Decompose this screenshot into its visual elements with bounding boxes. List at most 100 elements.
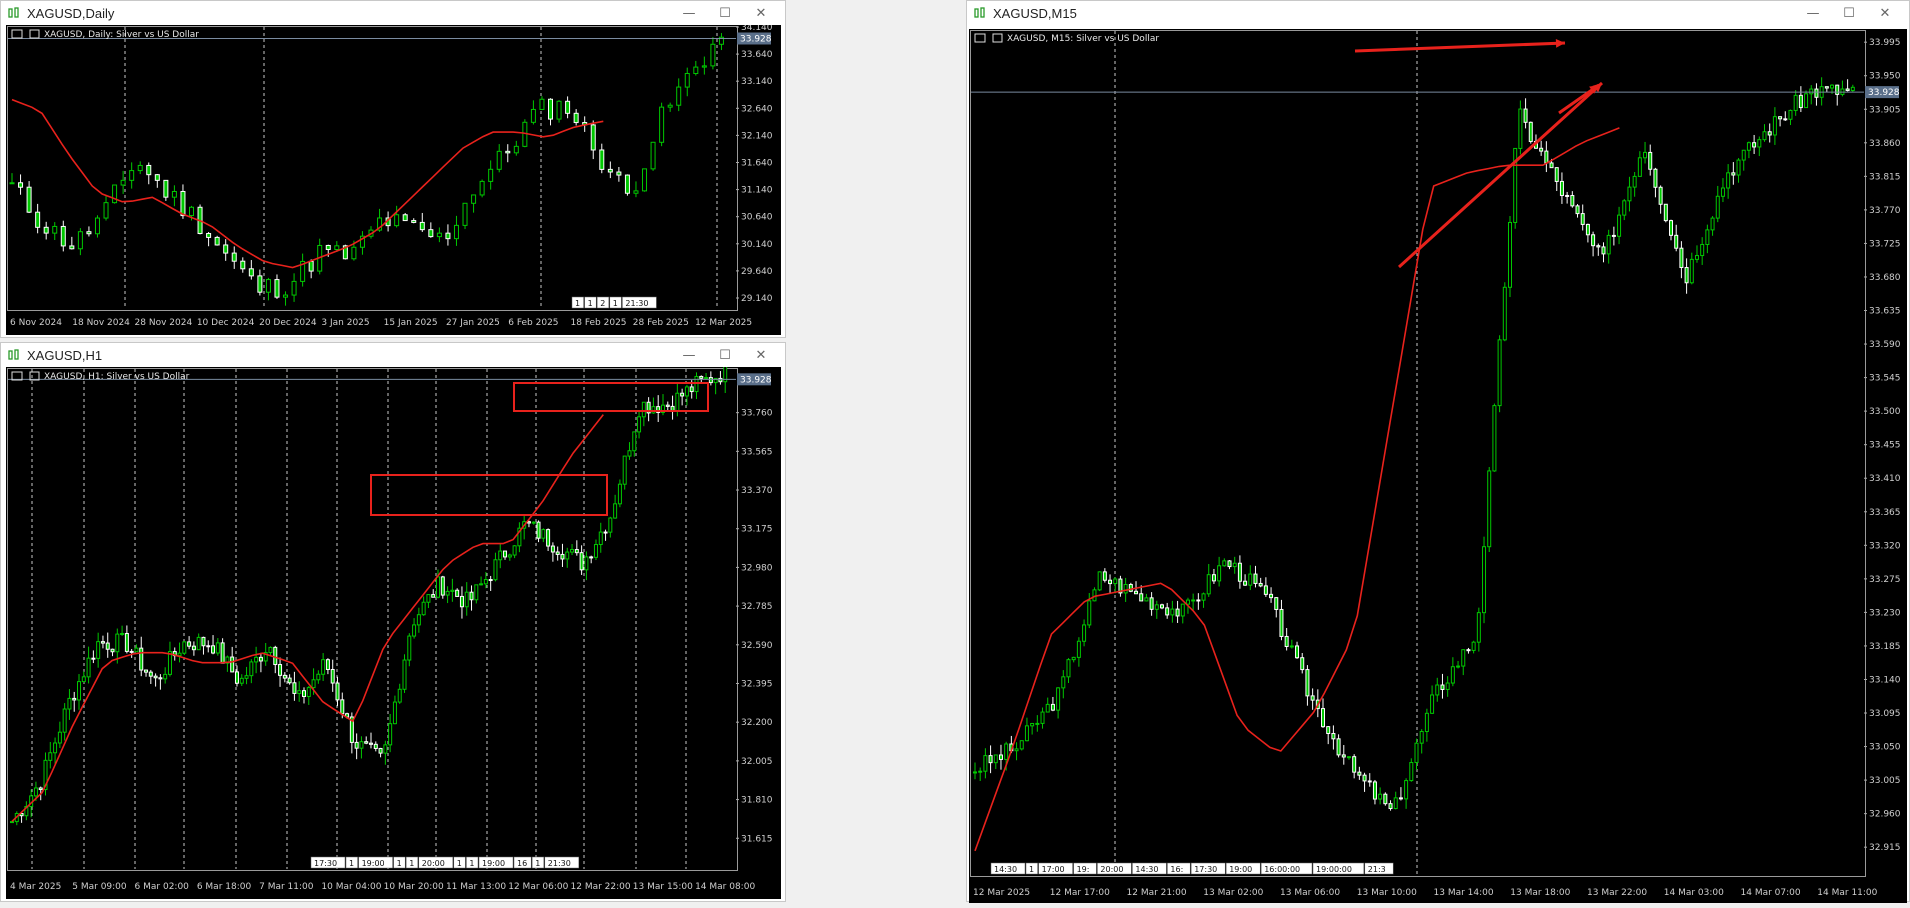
titlebar-h1[interactable]: XAGUSD,H1 — ☐ ✕ — [1, 343, 785, 367]
candle-body — [1632, 175, 1637, 188]
x-tick-label: 3 Jan 2025 — [321, 318, 369, 328]
candle-body — [1544, 150, 1549, 164]
candle-body — [428, 229, 434, 238]
x-tick-label: 13 Mar 15:00 — [633, 882, 693, 892]
x-tick-label: 12 Mar 2025 — [973, 888, 1030, 898]
maximize-button[interactable]: ☐ — [707, 345, 743, 365]
chart-area[interactable]: 33.760 33.565 33.370 33.175 32.980 32.785 32.5… — [6, 360, 781, 899]
candle-body — [496, 150, 502, 170]
candle-body — [1175, 608, 1180, 617]
y-tick-label: 33.320 — [1869, 541, 1901, 551]
candle-body — [146, 164, 152, 176]
candle-body — [436, 232, 442, 238]
session-marker-label: 1 — [588, 299, 593, 308]
candle-body — [171, 190, 177, 198]
x-tick-label: 15 Jan 2025 — [384, 318, 438, 328]
titlebar-m15[interactable]: XAGUSD,M15 — ☐ ✕ — [967, 1, 1909, 25]
candle-body — [599, 149, 605, 170]
y-tick-label: 32.960 — [1869, 810, 1901, 820]
candle-body — [120, 179, 126, 186]
candle-body — [230, 656, 235, 673]
candle-body — [1596, 245, 1601, 248]
candle-body — [459, 595, 464, 608]
candle-body — [1549, 162, 1554, 169]
window-h1[interactable]: XAGUSD,H1 — ☐ ✕ 33.760 33.565 33.370 33.175… — [0, 342, 786, 902]
candle-body — [411, 220, 417, 223]
candle-body — [1352, 756, 1357, 773]
candle-body — [565, 551, 570, 560]
titlebar-daily[interactable]: XAGUSD,Daily — ☐ ✕ — [1, 1, 785, 25]
close-button[interactable]: ✕ — [743, 345, 779, 365]
x-tick-label: 13 Mar 02:00 — [1203, 888, 1263, 898]
candle-body — [334, 245, 340, 250]
close-button[interactable]: ✕ — [743, 3, 779, 23]
candle-body — [1357, 771, 1362, 776]
maximize-button[interactable]: ☐ — [1831, 3, 1867, 23]
candle-body — [479, 180, 485, 196]
candle-body — [378, 747, 383, 754]
candle-body — [450, 589, 455, 592]
chart-area[interactable]: 34.140 33.640 33.140 32.640 32.140 31.640 31.1… — [6, 23, 781, 335]
maximize-button[interactable]: ☐ — [707, 3, 743, 23]
window-m15[interactable]: XAGUSD,M15 — ☐ ✕ 33.995 33.950 33.905 33.86… — [966, 0, 1910, 903]
minimize-button[interactable]: — — [1795, 3, 1831, 23]
candle-body — [675, 392, 680, 412]
x-tick-label: 11 Mar 13:00 — [446, 882, 506, 892]
y-tick-label: 34.140 — [741, 25, 773, 33]
y-tick-label: 33.175 — [741, 525, 773, 535]
candle-body — [1045, 703, 1050, 713]
candle-body — [1144, 597, 1149, 602]
candle-body — [998, 754, 1003, 760]
candle-body — [1523, 108, 1528, 123]
window-daily[interactable]: XAGUSD,Daily — ☐ ✕ 34.140 33.640 33.140 32.… — [0, 0, 786, 338]
candle-body — [1809, 88, 1814, 95]
session-marker-label: 19:00 — [482, 859, 505, 868]
minimize-button[interactable]: — — [671, 3, 707, 23]
minimize-button[interactable]: — — [671, 345, 707, 365]
x-tick-label: 10 Dec 2024 — [197, 318, 255, 328]
candle-body — [1783, 118, 1788, 121]
candle-body — [1492, 405, 1497, 472]
candle-body — [607, 168, 613, 173]
y-tick-label: 33.545 — [1869, 374, 1901, 384]
candle-body — [1108, 579, 1113, 585]
candle-body — [589, 556, 594, 559]
candle-body — [710, 43, 716, 67]
candle-body — [62, 708, 67, 733]
candle-body — [1326, 726, 1331, 735]
candle-body — [1409, 762, 1414, 782]
close-button[interactable]: ✕ — [1867, 3, 1903, 23]
candle-body — [440, 576, 445, 596]
candle-body — [26, 186, 32, 213]
candle-body — [1554, 167, 1559, 182]
candle-body — [1487, 470, 1492, 548]
candle-body — [1362, 774, 1367, 782]
candle-body — [1056, 687, 1061, 711]
candle-body — [57, 731, 62, 744]
candle-body — [392, 701, 397, 725]
y-tick-label: 33.370 — [741, 486, 773, 496]
candle-body — [431, 594, 436, 598]
candle-body — [301, 690, 306, 697]
price-chart-svg[interactable]: 34.140 33.640 33.140 32.640 32.140 31.640 31.1… — [6, 23, 781, 335]
candle-body — [330, 668, 335, 684]
candle-body — [257, 275, 263, 293]
candle-body — [667, 104, 673, 108]
candle-body — [1237, 562, 1242, 582]
price-chart-svg[interactable]: 33.995 33.950 33.905 33.860 33.815 33.770 33.7… — [969, 29, 1907, 903]
candle-body — [416, 614, 421, 626]
candle-body — [579, 552, 584, 571]
candle-body — [1482, 546, 1487, 614]
session-marker-label: 14:30 — [994, 865, 1017, 874]
candle-body — [1424, 712, 1429, 732]
x-tick-label: 27 Jan 2025 — [446, 318, 500, 328]
candle-body — [196, 636, 201, 651]
price-chart-svg[interactable]: 33.760 33.565 33.370 33.175 32.980 32.785 32.5… — [6, 360, 781, 899]
candle-body — [254, 656, 259, 663]
candle-body — [505, 150, 511, 154]
candle-body — [1663, 203, 1668, 222]
chart-header: XAGUSD, Daily: Silver vs US Dollar — [44, 30, 199, 40]
chart-area[interactable]: 33.995 33.950 33.905 33.860 33.815 33.770 33.7… — [969, 29, 1907, 903]
session-marker-label: 16: — [1170, 865, 1183, 874]
x-tick-label: 14 Mar 11:00 — [1817, 888, 1877, 898]
